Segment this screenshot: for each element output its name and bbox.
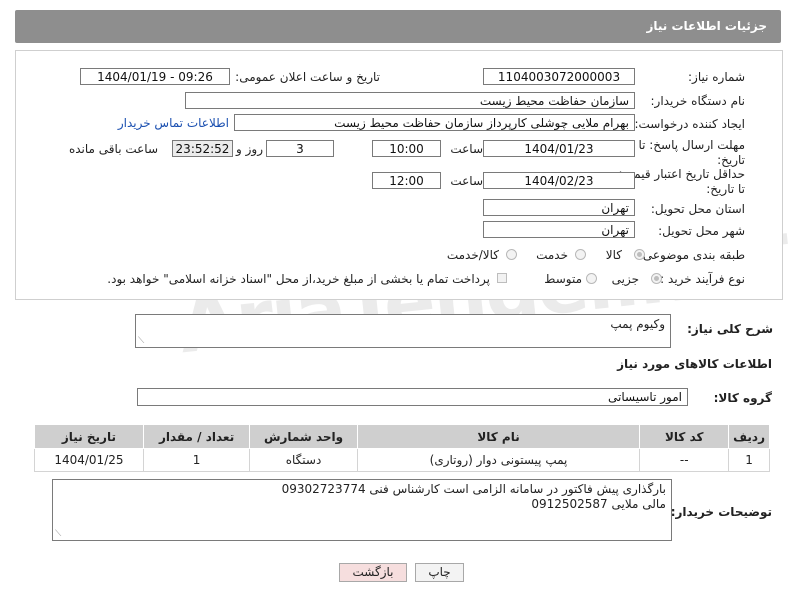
remaining-time-label: ساعت باقی مانده [68,142,158,156]
goods-group-field: امور تاسیساتی [137,388,688,406]
province-field: تهران [483,199,635,216]
announce-field: 1404/01/19 - 09:26 [80,68,230,85]
column-header-row-number: ردیف [728,424,770,449]
city-label: شهر محل تحویل: [658,224,745,238]
cell-goods-name: پمپ پیستونی دوار (روتاری) [356,448,641,472]
treasury-payment-note: پرداخت تمام یا بخشی از مبلغ خرید،از محل … [107,272,490,286]
category-service-label: خدمت [536,248,568,262]
cell-goods-code: -- [639,448,730,472]
reply-date-field: 1404/01/23 [483,140,635,157]
category-goods-radio[interactable] [634,249,645,260]
creator-label: ایجاد کننده درخواست: [634,117,745,131]
category-goods-label: کالا [605,248,622,262]
treasury-payment-checkbox[interactable] [497,273,507,283]
column-header-goods-code: کد کالا [639,424,730,449]
buyer-notes-label: توضیحات خریدار: [670,505,772,519]
summary-text: وکیوم پمپ [610,317,665,331]
table-row: 1 -- پمپ پیستونی دوار (روتاری) دستگاه 1 … [34,448,770,472]
column-header-unit: واحد شمارش [249,424,358,449]
buyer-org-field: سازمان حفاظت محیط زیست [185,92,635,109]
announce-label: تاریخ و ساعت اعلان عمومی: [235,70,380,84]
process-medium-label: متوسط [544,272,582,286]
reply-time-field: 10:00 [372,140,441,157]
buyer-contact-link[interactable]: اطلاعات تماس خریدار [118,116,229,130]
resize-grip-icon[interactable]: ⟋ [55,530,61,539]
back-button[interactable]: بازگشت [339,563,407,582]
need-number-field: 1104003072000003 [483,68,635,85]
column-header-goods-name: نام کالا [356,424,641,449]
buyer-org-label: نام دستگاه خریدار: [650,94,746,108]
goods-section-title: اطلاعات کالاهای مورد نیاز [617,357,772,371]
days-label: روز و [236,142,263,156]
reply-time-label: ساعت [450,142,483,156]
summary-field: وکیوم پمپ ⟋ [135,314,671,348]
goods-table: ردیف کد کالا نام کالا واحد شمارش تعداد /… [34,424,770,472]
process-partial-radio[interactable] [651,273,662,284]
column-header-need-date: تاریخ نیاز [34,424,144,449]
category-service-radio[interactable] [575,249,586,260]
summary-label: شرح کلی نیاز: [687,322,773,336]
creator-field: بهرام ملایی چوشلی کارپرداز سازمان حفاظت … [234,114,635,131]
days-field: 3 [266,140,334,157]
process-medium-radio[interactable] [586,273,597,284]
page-title: جزئیات اطلاعات نیاز [646,19,767,33]
category-both-radio[interactable] [506,249,517,260]
table-header-row: ردیف کد کالا نام کالا واحد شمارش تعداد /… [34,424,770,449]
category-label: طبقه بندی موضوعی: [638,248,745,262]
remaining-time-field: 23:52:52 [172,140,233,157]
buyer-notes-field: بارگذاری پیش فاکتور در سامانه الزامی است… [52,479,672,541]
reply-deadline-label: مهلت ارسال پاسخ: تا تاریخ: [638,138,745,167]
print-button[interactable]: چاپ [415,563,464,582]
city-field: تهران [483,221,635,238]
province-label: استان محل تحویل: [650,202,745,216]
buyer-notes-line-1: بارگذاری پیش فاکتور در سامانه الزامی است… [281,482,666,496]
page-header: جزئیات اطلاعات نیاز [15,10,781,43]
column-header-quantity: تعداد / مقدار [142,424,251,449]
process-partial-label: جزیی [611,272,639,286]
price-date-field: 1404/02/23 [483,172,635,189]
cell-unit: دستگاه [249,448,358,472]
category-both-label: کالا/خدمت [446,248,499,262]
price-time-field: 12:00 [372,172,441,189]
buyer-notes-line-2: مالی ملایی 0912502587 [531,497,666,511]
goods-group-label: گروه کالا: [713,391,772,405]
process-label: نوع فرآیند خرید : [660,272,745,286]
resize-grip-icon[interactable]: ⟋ [138,337,144,346]
need-number-label: شماره نیاز: [688,70,745,84]
price-time-label: ساعت [450,174,483,188]
cell-row-number: 1 [728,448,770,472]
cell-need-date: 1404/01/25 [34,448,144,472]
cell-quantity: 1 [142,448,251,472]
